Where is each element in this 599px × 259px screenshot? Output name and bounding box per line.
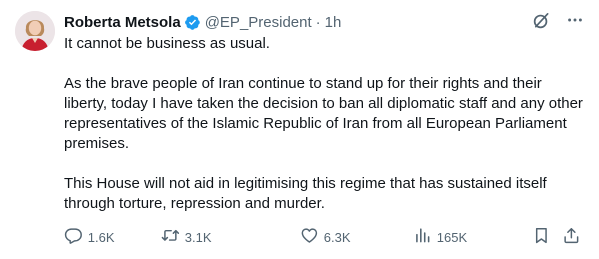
tweet-paragraph: This House will not aid in legitimising … — [64, 175, 547, 212]
avatar-image — [15, 11, 55, 51]
heart-icon — [300, 226, 319, 248]
avatar[interactable] — [15, 11, 55, 51]
tweet-header: Roberta Metsola @EP_President · 1h — [64, 12, 341, 32]
like-button[interactable]: 6.3K — [300, 226, 351, 248]
action-bar: 1.6K 3.1K 6.3K 165K — [64, 226, 584, 248]
bookmark-icon — [532, 226, 551, 248]
reply-icon — [64, 226, 83, 248]
top-actions — [531, 10, 585, 30]
tweet-paragraph: It cannot be business as usual. — [64, 35, 270, 52]
tweet: Roberta Metsola @EP_President · 1h It ca… — [0, 0, 599, 259]
views-count: 165K — [436, 229, 468, 245]
reply-button[interactable]: 1.6K — [64, 226, 115, 248]
bookmark-button[interactable] — [532, 226, 551, 248]
reply-count: 1.6K — [87, 229, 115, 245]
tweet-paragraph: As the brave people of Iran continue to … — [64, 75, 583, 152]
views-icon — [413, 226, 432, 248]
retweet-button[interactable]: 3.1K — [161, 226, 212, 248]
tweet-timestamp[interactable]: 1h — [325, 14, 342, 31]
retweet-count: 3.1K — [184, 229, 212, 245]
retweet-icon — [161, 226, 180, 248]
header-separator: · — [315, 13, 321, 31]
more-options-icon[interactable] — [565, 10, 585, 30]
share-button[interactable] — [562, 226, 581, 248]
verified-badge-icon — [184, 14, 201, 31]
author-name[interactable]: Roberta Metsola — [64, 14, 181, 31]
share-icon — [562, 226, 581, 248]
grok-icon[interactable] — [531, 10, 551, 30]
like-count: 6.3K — [323, 229, 351, 245]
author-handle[interactable]: @EP_President — [205, 14, 312, 31]
tweet-text: It cannot be business as usual. As the b… — [64, 34, 584, 214]
views-button[interactable]: 165K — [413, 226, 467, 248]
